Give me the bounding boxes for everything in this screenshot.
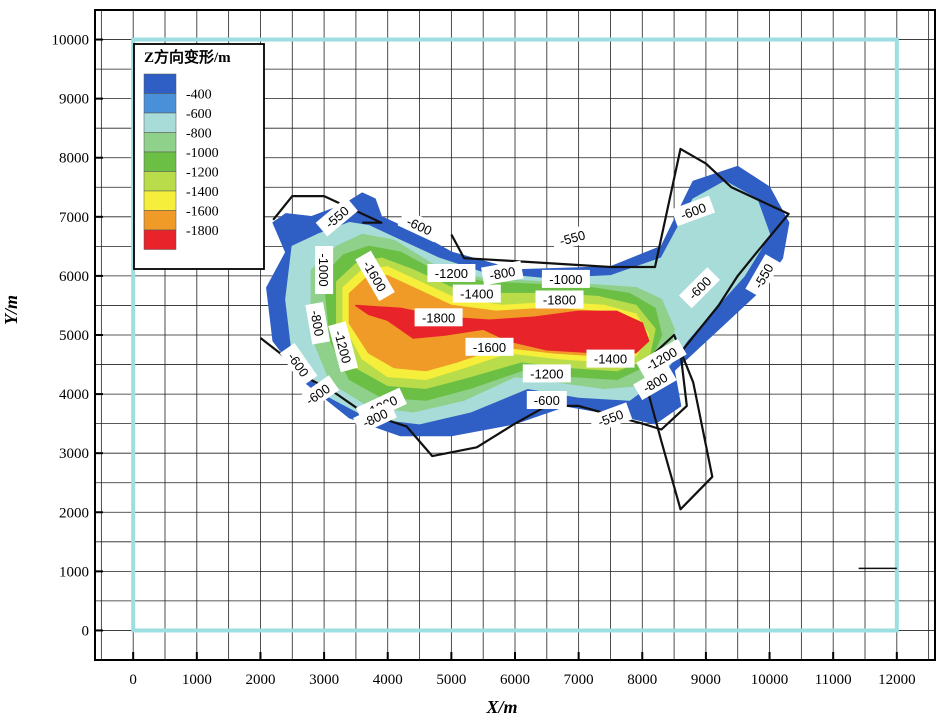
legend-label: -600 bbox=[186, 107, 212, 122]
y-tick-label: 3000 bbox=[59, 446, 89, 462]
contour-label-text: -1800 bbox=[543, 293, 576, 308]
legend-swatch bbox=[143, 229, 177, 250]
x-tick-label: 7000 bbox=[564, 672, 594, 688]
y-tick-label: 8000 bbox=[59, 151, 89, 167]
y-tick-label: 0 bbox=[82, 623, 90, 639]
contour-label: -1200 bbox=[522, 364, 571, 383]
legend-swatch bbox=[143, 93, 177, 114]
x-tick-label: 3000 bbox=[309, 672, 339, 688]
x-tick-label: 5000 bbox=[436, 672, 466, 688]
contour-label-text: -550 bbox=[558, 227, 587, 248]
y-tick-label: 7000 bbox=[59, 210, 89, 226]
contour-label: -600 bbox=[526, 391, 567, 409]
legend: Z方向变形/m -400 -600 -800 -1000 -1200 -1400 -1600 -… bbox=[133, 43, 265, 270]
legend-label: -1600 bbox=[186, 205, 219, 220]
x-tick-label: 9000 bbox=[691, 672, 721, 688]
legend-label: -1400 bbox=[186, 185, 219, 200]
contour-label: -1400 bbox=[452, 284, 501, 303]
contour-label: -1800 bbox=[414, 308, 463, 327]
x-tick-label: 2000 bbox=[245, 672, 275, 688]
legend-label: -400 bbox=[186, 88, 212, 103]
x-tick-label: 8000 bbox=[627, 672, 657, 688]
contour-label-text: -600 bbox=[534, 393, 560, 408]
y-tick-label: 6000 bbox=[59, 269, 89, 285]
contour-label: -1600 bbox=[465, 337, 514, 356]
legend-label: -1000 bbox=[186, 146, 219, 161]
contour-label-text: -1200 bbox=[435, 266, 468, 281]
legend-swatch bbox=[143, 73, 177, 94]
legend-title: Z方向变形/m bbox=[144, 48, 231, 66]
contour-label-text: -1600 bbox=[473, 340, 506, 355]
legend-swatch bbox=[143, 112, 177, 133]
contour-label-text: -1000 bbox=[549, 272, 582, 287]
contour-label-text: -1400 bbox=[594, 352, 627, 367]
contour-label-text: -1400 bbox=[460, 287, 493, 302]
contour-label: -1800 bbox=[535, 290, 584, 309]
y-tick-label: 5000 bbox=[59, 328, 89, 344]
x-tick-label: 6000 bbox=[500, 672, 530, 688]
x-tick-label: 1000 bbox=[182, 672, 212, 688]
y-axis-title: Y/m bbox=[1, 295, 21, 325]
x-tick-label: 10000 bbox=[751, 672, 789, 688]
contour-label-text: -1200 bbox=[530, 366, 563, 381]
contour-label: -1200 bbox=[427, 264, 476, 282]
legend-label: -1200 bbox=[186, 166, 219, 181]
x-tick-label: 4000 bbox=[373, 672, 403, 688]
contour-label: -1400 bbox=[586, 349, 635, 368]
y-tick-label: 4000 bbox=[59, 387, 89, 403]
x-tick-label: 0 bbox=[129, 672, 137, 688]
legend-swatch bbox=[143, 132, 177, 153]
legend-swatch bbox=[143, 190, 177, 211]
x-axis-title: X/m bbox=[485, 697, 517, 717]
y-tick-label: 10000 bbox=[52, 33, 90, 49]
y-tick-label: 9000 bbox=[59, 92, 89, 108]
legend-swatch bbox=[143, 151, 177, 172]
contour-label: -550 bbox=[550, 223, 594, 252]
contour-chart: 0 1000 2000 3000 4000 5000 6000 7000 8000 9000 100… bbox=[1, 9, 936, 717]
legend-swatch bbox=[143, 171, 177, 192]
legend-label: -1800 bbox=[186, 224, 219, 239]
legend-label: -800 bbox=[186, 127, 212, 142]
y-tick-label: 1000 bbox=[59, 564, 89, 580]
y-tick-label: 2000 bbox=[59, 505, 89, 521]
legend-swatch bbox=[143, 210, 177, 231]
contour-label: -1000 bbox=[541, 269, 590, 288]
x-tick-label: 12000 bbox=[878, 672, 916, 688]
contour-label-text: -1000 bbox=[316, 253, 331, 286]
contour-label: -1000 bbox=[315, 246, 334, 294]
x-tick-label: 11000 bbox=[815, 672, 852, 688]
contour-label-text: -1800 bbox=[422, 310, 455, 325]
